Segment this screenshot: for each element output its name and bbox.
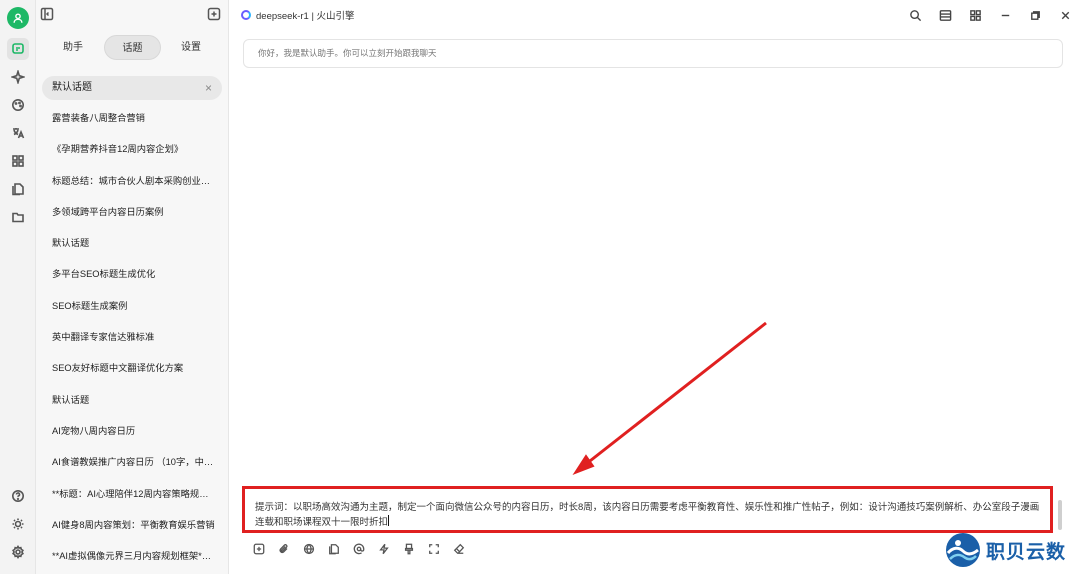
icon-rail: [0, 0, 36, 574]
tab-topics[interactable]: 话题: [104, 35, 161, 60]
current-topic[interactable]: 默认话题 ×: [42, 76, 222, 100]
topic-item[interactable]: 多平台SEO标题生成优化: [36, 259, 229, 290]
files-icon[interactable]: [7, 178, 29, 200]
avatar[interactable]: [7, 7, 29, 29]
new-topic-icon[interactable]: [207, 7, 221, 21]
chat-main: deepseek-r1 | 火山引擎 你好，我是默认助手。你可以立刻开始跟我聊天…: [229, 0, 1080, 574]
text-caret: [388, 515, 390, 526]
topic-item[interactable]: 《孕期营养抖音12周内容企划》: [36, 134, 229, 165]
sparkle-icon[interactable]: [7, 66, 29, 88]
topic-list: 露营装备八周整合营销 《孕期营养抖音12周内容企划》 标题总结：城市合伙人剧本采…: [36, 103, 229, 572]
topic-item[interactable]: AI食谱教娱推广内容日历 （10字，中…: [36, 447, 229, 478]
new-topic-icon[interactable]: [249, 540, 268, 558]
topics-panel: 助手 话题 设置 默认话题 × 露营装备八周整合营销 《孕期营养抖音12周内容企…: [36, 0, 229, 574]
input-toolbar: [249, 540, 468, 558]
topic-item[interactable]: 标题总结：城市合伙人剧本采购创业…: [36, 166, 229, 197]
attachment-icon[interactable]: [274, 540, 293, 558]
settings-gear-icon[interactable]: [7, 541, 29, 563]
topic-item[interactable]: 默认话题: [36, 228, 229, 259]
topic-item[interactable]: **标题：AI心理陪伴12周内容策略规…: [36, 479, 229, 510]
topic-item[interactable]: AI宠物八周内容日历: [36, 416, 229, 447]
close-icon[interactable]: ×: [205, 76, 212, 100]
tab-settings[interactable]: 设置: [166, 35, 216, 60]
topic-item[interactable]: 多领域跨平台内容日历案例: [36, 197, 229, 228]
tab-assistants[interactable]: 助手: [48, 35, 98, 60]
topic-item[interactable]: 露营装备八周整合营销: [36, 103, 229, 134]
mention-icon[interactable]: [349, 540, 368, 558]
app-window: 助手 话题 设置 默认话题 × 露营装备八周整合营销 《孕期营养抖音12周内容企…: [0, 0, 1080, 574]
message-input[interactable]: 提示词：以职场高效沟通为主题，制定一个面向微信公众号的内容日历，时长8周，该内容…: [242, 486, 1053, 533]
toggle-sidebar-icon[interactable]: [40, 7, 54, 21]
globe-icon[interactable]: [299, 540, 318, 558]
chat-icon[interactable]: [7, 38, 29, 60]
topic-item[interactable]: SEO友好标题中文翻译优化方案: [36, 353, 229, 384]
palette-icon[interactable]: [7, 94, 29, 116]
current-topic-label: 默认话题: [52, 82, 92, 93]
apps-grid-icon[interactable]: [7, 150, 29, 172]
brush-icon[interactable]: [399, 540, 418, 558]
topic-item[interactable]: AI健身8周内容策划：平衡教育娱乐营销: [36, 510, 229, 541]
input-scrollbar[interactable]: [1058, 500, 1062, 530]
watermark-logo-icon: [946, 533, 980, 567]
lightning-icon[interactable]: [374, 540, 393, 558]
translate-icon[interactable]: [7, 122, 29, 144]
fullscreen-icon[interactable]: [424, 540, 443, 558]
topic-item[interactable]: 英中翻译专家信达雅标准: [36, 322, 229, 353]
topic-item[interactable]: 默认话题: [36, 385, 229, 416]
brightness-icon[interactable]: [7, 513, 29, 535]
panel-tabs: 助手 话题 设置: [36, 35, 229, 60]
panel-toolbar: [36, 0, 229, 28]
knowledge-base-icon[interactable]: [324, 540, 343, 558]
topic-item[interactable]: SEO标题生成案例: [36, 291, 229, 322]
help-icon[interactable]: [7, 485, 29, 507]
watermark-text: 职贝云数: [986, 540, 1067, 563]
message-input-text: 提示词：以职场高效沟通为主题，制定一个面向微信公众号的内容日历，时长8周，该内容…: [255, 502, 1040, 528]
watermark: 职贝云数: [944, 530, 1074, 570]
folder-icon[interactable]: [7, 206, 29, 228]
eraser-icon[interactable]: [449, 540, 468, 558]
topic-item[interactable]: **AI虚拟偶像元界三月内容规划框架*…: [36, 541, 229, 572]
